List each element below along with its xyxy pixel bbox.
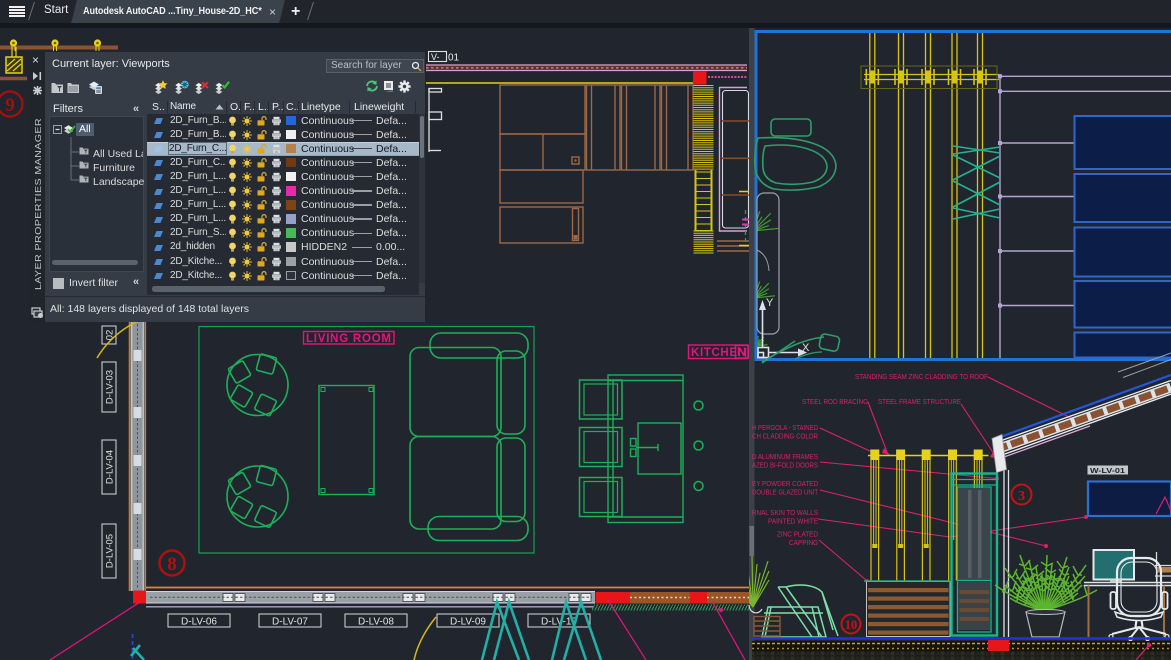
svg-text:STANDING SEAM ZINC CLADDING TO: STANDING SEAM ZINC CLADDING TO ROOF [855, 372, 989, 381]
svg-text:AZED BI-FOLD DOORS: AZED BI-FOLD DOORS [752, 461, 818, 470]
svg-text:9: 9 [5, 95, 15, 116]
svg-text:STEEL ROD BRACING: STEEL ROD BRACING [802, 397, 868, 406]
svg-text:3: 3 [1018, 489, 1025, 504]
svg-text:X: X [802, 342, 810, 354]
svg-text:D-LV-09: D-LV-09 [450, 617, 486, 628]
svg-text:STEEL FRAME STRUCTURE: STEEL FRAME STRUCTURE [878, 397, 961, 406]
svg-text:V-: V- [431, 52, 440, 62]
svg-text:D-LV-07: D-LV-07 [272, 617, 308, 628]
svg-text:D-LV-08: D-LV-08 [358, 617, 394, 628]
svg-text:8: 8 [167, 554, 177, 575]
svg-text:CH CLADDING COLOR: CH CLADDING COLOR [752, 432, 818, 441]
svg-text:W-LV-01: W-LV-01 [1090, 466, 1125, 475]
svg-text:DOUBLE GLAZED UNIT: DOUBLE GLAZED UNIT [752, 488, 819, 497]
svg-text:D-LV-06: D-LV-06 [181, 617, 217, 628]
svg-text:02: 02 [105, 330, 116, 341]
svg-text:D-LV-03: D-LV-03 [105, 370, 116, 404]
svg-text:10: 10 [845, 618, 858, 632]
svg-text:KITCHEN: KITCHEN [691, 347, 746, 359]
svg-text:CAPPING: CAPPING [789, 538, 818, 547]
svg-text:D-LV-05: D-LV-05 [105, 534, 116, 568]
svg-text:PAINTED WHITE: PAINTED WHITE [768, 517, 818, 526]
svg-text:LAYER PROPERTIES MANAGER: LAYER PROPERTIES MANAGER [33, 118, 43, 290]
svg-text:D-LV-04: D-LV-04 [105, 450, 116, 484]
svg-text:Y: Y [766, 297, 774, 309]
svg-text:01: 01 [448, 53, 460, 64]
svg-text:LIVING ROOM: LIVING ROOM [306, 333, 391, 345]
